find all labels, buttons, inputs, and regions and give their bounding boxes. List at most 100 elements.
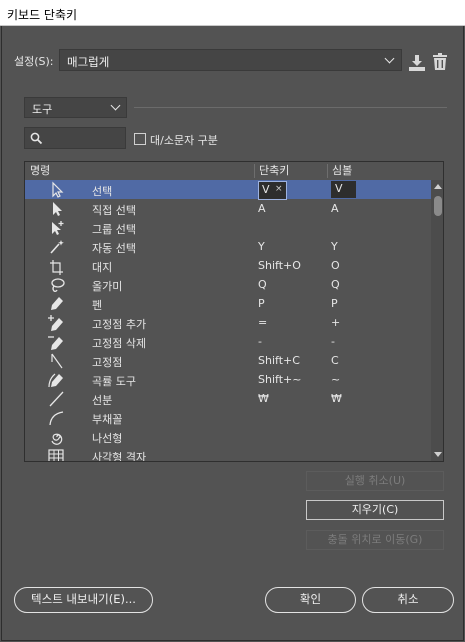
direct-selection-icon xyxy=(45,200,69,217)
table-row[interactable]: 나선형 xyxy=(25,427,431,446)
clear-shortcut-icon[interactable]: × xyxy=(275,184,283,194)
group-selection-icon xyxy=(45,219,69,236)
settings-value: 매그럽게 xyxy=(67,55,110,69)
shortcut-value: Shift+C xyxy=(258,354,300,367)
selection-arrow-icon xyxy=(45,181,69,198)
shortcut-edit-field[interactable]: V × xyxy=(258,181,287,200)
table-row[interactable]: 펜PP xyxy=(25,294,431,313)
case-sensitive-label: 대/소문자 구분 xyxy=(150,134,218,147)
settings-dropdown[interactable]: 매그럽게 xyxy=(59,49,402,71)
save-set-icon[interactable] xyxy=(407,53,427,73)
table-row[interactable]: 부채꼴 xyxy=(25,408,431,427)
clear-button[interactable]: 지우기(C) xyxy=(306,500,444,520)
table-row[interactable]: 고정점 삭제 - - xyxy=(25,332,431,351)
symbol-value: Y xyxy=(331,240,338,253)
column-divider xyxy=(254,164,255,178)
shortcut-value: ₩ xyxy=(258,392,269,405)
chevron-down-icon xyxy=(384,53,395,64)
command-name: 자동 선택 xyxy=(92,242,136,255)
line-segment-icon xyxy=(45,390,69,407)
table-row[interactable]: 선분 ₩ ₩ xyxy=(25,389,431,408)
command-name: 고정점 추가 xyxy=(92,318,147,331)
vertical-scrollbar[interactable] xyxy=(431,180,443,461)
symbol-value: C xyxy=(331,354,339,367)
table-row[interactable]: 대지 Shift+O O xyxy=(25,256,431,275)
anchor-point-icon xyxy=(45,352,69,369)
command-name: 부채꼴 xyxy=(92,413,123,426)
rectangular-grid-icon xyxy=(45,447,69,461)
symbol-value: O xyxy=(331,259,340,272)
command-name: 선택 xyxy=(92,185,113,198)
symbol-value: ₩ xyxy=(331,392,342,405)
command-name: 고정점 xyxy=(92,356,123,369)
cancel-button[interactable]: 취소 xyxy=(362,587,454,613)
scroll-down-arrow-icon[interactable] xyxy=(434,452,442,457)
ok-button[interactable]: 확인 xyxy=(265,587,356,613)
table-row[interactable]: 그룹 선택 xyxy=(25,218,431,237)
lasso-icon xyxy=(45,276,69,293)
shortcuts-table: 명령 단축키 심볼 선택 V × V 직접 선택 A A 그룹 선택 자동 선택 Y Y 대지 Shif… xyxy=(24,161,444,462)
table-row[interactable]: 선택 V × V xyxy=(25,180,431,200)
spiral-icon xyxy=(45,428,69,445)
table-row[interactable]: 자동 선택 Y Y xyxy=(25,237,431,256)
shortcut-value: P xyxy=(258,297,265,310)
category-dropdown[interactable]: 도구 xyxy=(24,97,127,118)
symbol-value: P xyxy=(331,297,338,310)
command-name: 올가미 xyxy=(92,280,123,293)
command-name: 사각형 격자 xyxy=(92,451,147,462)
category-value: 도구 xyxy=(32,103,53,116)
shortcut-value: - xyxy=(258,335,262,348)
table-row[interactable]: 사각형 격자 xyxy=(25,446,431,462)
case-sensitive-checkbox[interactable] xyxy=(134,133,146,145)
pen-icon xyxy=(45,295,69,312)
command-name: 펜 xyxy=(92,299,103,312)
command-name: 고정점 삭제 xyxy=(92,337,147,350)
symbol-value: ~ xyxy=(331,373,341,386)
shortcut-value: Y xyxy=(258,240,265,253)
shortcut-value: Shift+~ xyxy=(258,373,302,386)
command-name: 선분 xyxy=(92,394,113,407)
settings-label: 설정(S): xyxy=(14,55,54,68)
table-row[interactable]: 올가미 Q Q xyxy=(25,275,431,294)
command-name: 직접 선택 xyxy=(92,204,136,217)
scrollbar-thumb[interactable] xyxy=(434,196,442,216)
symbol-value: Q xyxy=(331,278,340,291)
symbol-value: + xyxy=(331,316,341,329)
artboard-icon xyxy=(45,257,69,275)
table-row[interactable]: 곡률 도구 Shift+~ ~ xyxy=(25,370,431,389)
column-header-command[interactable]: 명령 xyxy=(30,162,50,180)
symbol-edit-field[interactable]: V xyxy=(331,181,356,198)
curvature-icon xyxy=(45,371,69,388)
command-name: 곡률 도구 xyxy=(92,375,136,388)
command-name: 대지 xyxy=(92,261,113,274)
export-text-button[interactable]: 텍스트 내보내기(E)... xyxy=(14,587,153,613)
undo-button[interactable]: 실행 취소(U) xyxy=(306,471,444,491)
symbol-value: V xyxy=(335,182,343,195)
shortcut-value: = xyxy=(258,316,268,329)
title-bar: 키보드 단축키 xyxy=(0,0,465,26)
trash-icon[interactable] xyxy=(430,52,450,72)
shortcut-value: A xyxy=(258,202,266,215)
search-input[interactable] xyxy=(24,127,126,149)
table-row[interactable]: 고정점 Shift+C C xyxy=(25,351,431,370)
symbol-value: A xyxy=(331,202,339,215)
column-header-symbol[interactable]: 심볼 xyxy=(332,162,352,180)
shortcut-value: Shift+O xyxy=(258,259,301,272)
table-row[interactable]: 직접 선택 A A xyxy=(25,199,431,218)
shortcut-value: Q xyxy=(258,278,267,291)
chevron-down-icon xyxy=(110,100,121,111)
go-to-conflict-button[interactable]: 충돌 위치로 이동(G) xyxy=(306,530,444,550)
scroll-up-arrow-icon[interactable] xyxy=(434,184,442,189)
add-anchor-point-icon xyxy=(45,314,69,331)
search-icon xyxy=(30,132,43,145)
table-row[interactable]: 고정점 추가 = + xyxy=(25,313,431,332)
delete-anchor-point-icon xyxy=(45,333,69,350)
shortcut-value: V xyxy=(262,183,270,196)
divider xyxy=(134,107,447,108)
arc-icon xyxy=(45,409,69,426)
window-title: 키보드 단축키 xyxy=(7,8,78,22)
symbol-value: - xyxy=(331,335,335,348)
command-name: 나선형 xyxy=(92,432,123,445)
command-name: 그룹 선택 xyxy=(92,223,136,236)
column-header-shortcut[interactable]: 단축키 xyxy=(259,162,289,180)
